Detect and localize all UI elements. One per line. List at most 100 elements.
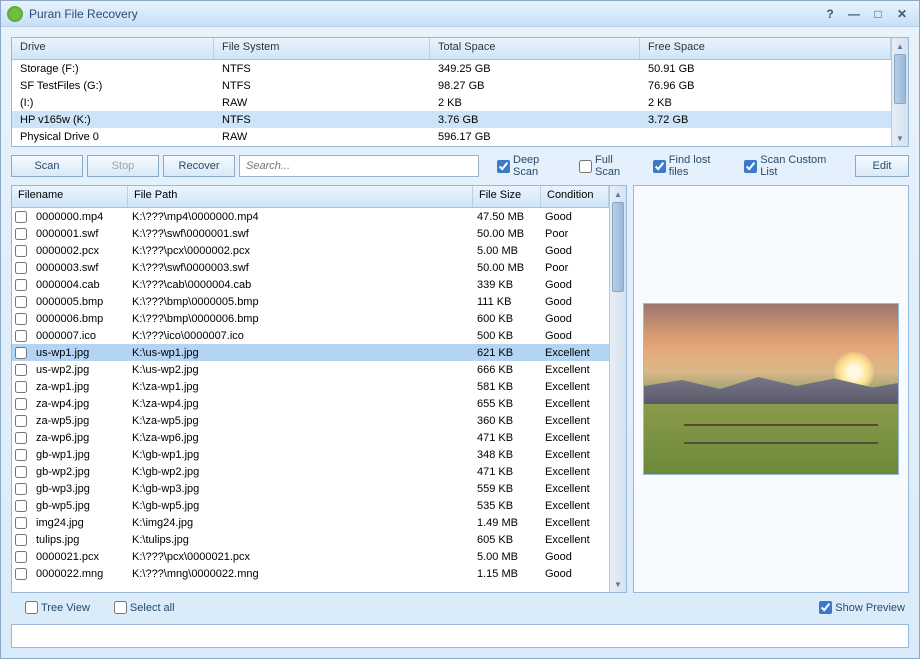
file-checkbox[interactable] xyxy=(14,432,28,444)
file-checkbox[interactable] xyxy=(14,296,28,308)
file-name: gb-wp2.jpg xyxy=(32,466,128,478)
file-checkbox[interactable] xyxy=(14,245,28,257)
stop-button[interactable]: Stop xyxy=(87,155,159,177)
file-path: K:\gb-wp3.jpg xyxy=(128,483,473,495)
file-checkbox[interactable] xyxy=(14,483,28,495)
scrollbar-thumb[interactable] xyxy=(894,54,906,104)
scroll-up-icon[interactable]: ▲ xyxy=(892,38,908,54)
file-checkbox[interactable] xyxy=(14,347,28,359)
file-row[interactable]: us-wp1.jpgK:\us-wp1.jpg621 KBExcellent xyxy=(12,344,609,361)
help-button[interactable]: ? xyxy=(819,6,841,22)
window-title: Puran File Recovery xyxy=(29,7,138,21)
file-row[interactable]: us-wp2.jpgK:\us-wp2.jpg666 KBExcellent xyxy=(12,361,609,378)
maximize-button[interactable]: □ xyxy=(867,6,889,22)
close-button[interactable]: ✕ xyxy=(891,6,913,22)
tree-view-checkbox[interactable]: Tree View xyxy=(25,601,90,614)
col-free-space[interactable]: Free Space xyxy=(640,38,891,59)
file-row[interactable]: 0000007.icoK:\???\ico\0000007.ico500 KBG… xyxy=(12,327,609,344)
file-row[interactable]: 0000000.mp4K:\???\mp4\0000000.mp447.50 M… xyxy=(12,208,609,225)
file-size: 1.15 MB xyxy=(473,568,541,580)
file-checkbox[interactable] xyxy=(14,449,28,461)
drive-row[interactable]: HP v165w (K:)NTFS3.76 GB3.72 GB xyxy=(12,111,891,128)
drive-row[interactable]: Physical Drive 0RAW596.17 GB xyxy=(12,128,891,145)
drive-row[interactable]: Storage (F:)NTFS349.25 GB50.91 GB xyxy=(12,60,891,77)
file-row[interactable]: za-wp5.jpgK:\za-wp5.jpg360 KBExcellent xyxy=(12,412,609,429)
file-name: gb-wp1.jpg xyxy=(32,449,128,461)
minimize-button[interactable]: — xyxy=(843,6,865,22)
file-row[interactable]: 0000005.bmpK:\???\bmp\0000005.bmp111 KBG… xyxy=(12,293,609,310)
file-row[interactable]: gb-wp5.jpgK:\gb-wp5.jpg535 KBExcellent xyxy=(12,497,609,514)
scroll-down-icon[interactable]: ▼ xyxy=(892,130,908,146)
file-row[interactable]: 0000004.cabK:\???\cab\0000004.cab339 KBG… xyxy=(12,276,609,293)
drives-scrollbar[interactable]: ▲ ▼ xyxy=(891,38,908,146)
file-row[interactable]: 0000021.pcxK:\???\pcx\0000021.pcx5.00 MB… xyxy=(12,548,609,565)
file-row[interactable]: 0000001.swfK:\???\swf\0000001.swf50.00 M… xyxy=(12,225,609,242)
file-path: K:\za-wp5.jpg xyxy=(128,415,473,427)
file-size: 559 KB xyxy=(473,483,541,495)
file-row[interactable]: 0000006.bmpK:\???\bmp\0000006.bmp600 KBG… xyxy=(12,310,609,327)
file-condition: Good xyxy=(541,551,609,563)
app-window: Puran File Recovery ? — □ ✕ Drive File S… xyxy=(0,0,920,659)
select-all-checkbox[interactable]: Select all xyxy=(114,601,175,614)
file-checkbox[interactable] xyxy=(14,568,28,580)
search-input[interactable] xyxy=(239,155,479,177)
file-name: za-wp6.jpg xyxy=(32,432,128,444)
col-filesize[interactable]: File Size xyxy=(473,186,541,207)
file-checkbox[interactable] xyxy=(14,517,28,529)
file-row[interactable]: za-wp6.jpgK:\za-wp6.jpg471 KBExcellent xyxy=(12,429,609,446)
file-row[interactable]: 0000022.mngK:\???\mng\0000022.mng1.15 MB… xyxy=(12,565,609,582)
file-row[interactable]: img24.jpgK:\img24.jpg1.49 MBExcellent xyxy=(12,514,609,531)
file-checkbox[interactable] xyxy=(14,279,28,291)
titlebar[interactable]: Puran File Recovery ? — □ ✕ xyxy=(1,1,919,27)
edit-button[interactable]: Edit xyxy=(855,155,909,177)
preview-image xyxy=(643,303,899,475)
col-total-space[interactable]: Total Space xyxy=(430,38,640,59)
scan-custom-list-checkbox[interactable]: Scan Custom List xyxy=(744,154,843,178)
file-checkbox[interactable] xyxy=(14,415,28,427)
file-row[interactable]: 0000002.pcxK:\???\pcx\0000002.pcx5.00 MB… xyxy=(12,242,609,259)
file-row[interactable]: gb-wp3.jpgK:\gb-wp3.jpg559 KBExcellent xyxy=(12,480,609,497)
col-condition[interactable]: Condition xyxy=(541,186,609,207)
scroll-up-icon[interactable]: ▲ xyxy=(610,186,626,202)
file-checkbox[interactable] xyxy=(14,313,28,325)
col-filesystem[interactable]: File System xyxy=(214,38,430,59)
full-scan-checkbox[interactable]: Full Scan xyxy=(579,154,639,178)
file-checkbox[interactable] xyxy=(14,228,28,240)
file-row[interactable]: tulips.jpgK:\tulips.jpg605 KBExcellent xyxy=(12,531,609,548)
files-scrollbar[interactable]: ▲ ▼ xyxy=(609,186,626,592)
file-condition: Excellent xyxy=(541,364,609,376)
file-checkbox[interactable] xyxy=(14,211,28,223)
scrollbar-thumb[interactable] xyxy=(612,202,624,292)
file-checkbox[interactable] xyxy=(14,398,28,410)
col-drive[interactable]: Drive xyxy=(12,38,214,59)
scan-button[interactable]: Scan xyxy=(11,155,83,177)
file-condition: Good xyxy=(541,330,609,342)
deep-scan-checkbox[interactable]: Deep Scan xyxy=(497,154,565,178)
file-row[interactable]: za-wp4.jpgK:\za-wp4.jpg655 KBExcellent xyxy=(12,395,609,412)
file-checkbox[interactable] xyxy=(14,534,28,546)
file-checkbox[interactable] xyxy=(14,330,28,342)
drive-row[interactable]: (I:)RAW2 KB2 KB xyxy=(12,94,891,111)
col-filepath[interactable]: File Path xyxy=(128,186,473,207)
find-lost-files-checkbox[interactable]: Find lost files xyxy=(653,154,730,178)
file-checkbox[interactable] xyxy=(14,262,28,274)
file-name: 0000002.pcx xyxy=(32,245,128,257)
show-preview-checkbox[interactable]: Show Preview xyxy=(819,601,905,614)
file-row[interactable]: gb-wp1.jpgK:\gb-wp1.jpg348 KBExcellent xyxy=(12,446,609,463)
file-checkbox[interactable] xyxy=(14,500,28,512)
file-row[interactable]: za-wp1.jpgK:\za-wp1.jpg581 KBExcellent xyxy=(12,378,609,395)
file-row[interactable]: gb-wp2.jpgK:\gb-wp2.jpg471 KBExcellent xyxy=(12,463,609,480)
recover-button[interactable]: Recover xyxy=(163,155,235,177)
file-checkbox[interactable] xyxy=(14,381,28,393)
file-name: 0000006.bmp xyxy=(32,313,128,325)
file-name: us-wp2.jpg xyxy=(32,364,128,376)
drive-free xyxy=(640,136,891,138)
file-condition: Excellent xyxy=(541,500,609,512)
file-checkbox[interactable] xyxy=(14,551,28,563)
file-checkbox[interactable] xyxy=(14,364,28,376)
drive-row[interactable]: SF TestFiles (G:)NTFS98.27 GB76.96 GB xyxy=(12,77,891,94)
scroll-down-icon[interactable]: ▼ xyxy=(610,576,626,592)
file-row[interactable]: 0000003.swfK:\???\swf\0000003.swf50.00 M… xyxy=(12,259,609,276)
file-checkbox[interactable] xyxy=(14,466,28,478)
col-filename[interactable]: Filename xyxy=(12,186,128,207)
